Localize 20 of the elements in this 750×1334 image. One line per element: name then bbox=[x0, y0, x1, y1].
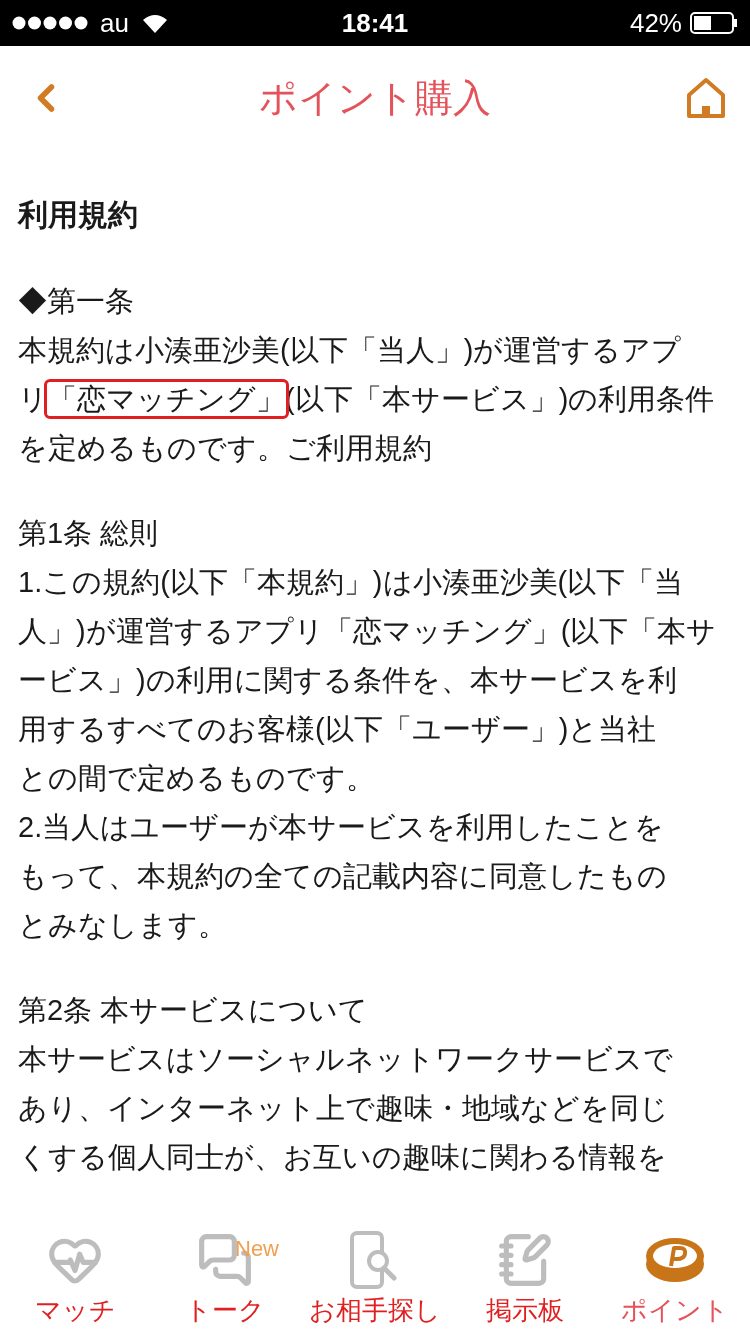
terms-paragraph: 第2条 本サービスについて 本サービスはソーシャルネットワークサービスで あり、インターネット上で趣味・地域などを同じ くする個人同士が、お互いの趣味に関わる情報を bbox=[18, 993, 674, 1175]
tab-bar-item[interactable]: New トーク bbox=[150, 1228, 300, 1334]
battery-percent: 42% bbox=[629, 6, 682, 40]
wifi-icon bbox=[140, 12, 169, 34]
status-time: 18:41 bbox=[341, 6, 409, 40]
tab-bar-item[interactable]: マッチ bbox=[0, 1228, 150, 1334]
carrier-name: au bbox=[100, 6, 129, 40]
coin-icon bbox=[644, 1236, 706, 1284]
tab-bar-item[interactable]: ポイント bbox=[600, 1228, 750, 1334]
home-icon bbox=[686, 77, 726, 119]
page-title: ポイント購入 bbox=[258, 75, 492, 121]
tab-bar-item[interactable]: お相手探し bbox=[300, 1228, 450, 1334]
signal-icon bbox=[12, 16, 88, 30]
battery-icon bbox=[690, 12, 738, 34]
phone-search-icon bbox=[350, 1231, 400, 1289]
notebook-pen-icon bbox=[497, 1232, 553, 1288]
tab-bar-item[interactable]: 掲示板 bbox=[450, 1228, 600, 1334]
terms-title: 利用規約 bbox=[18, 197, 139, 233]
new-label: New bbox=[235, 1235, 279, 1263]
terms-paragraph: 第1条 総則 1.この規約(以下「本規約」)は小湊亜沙美(以下「当 人」)が運営するアプリ「恋マッチング」(以下「本サ ービス」)の利用に関する条件を、本サービスを利 用するすべてのお客様(以下「ユーザー」)と当社 との間で定めるものです。 2.当人はユーザーが本サービスを利用したことを もって、本規約の全ての記載内容に同意したもの とみなします。 bbox=[18, 516, 718, 943]
